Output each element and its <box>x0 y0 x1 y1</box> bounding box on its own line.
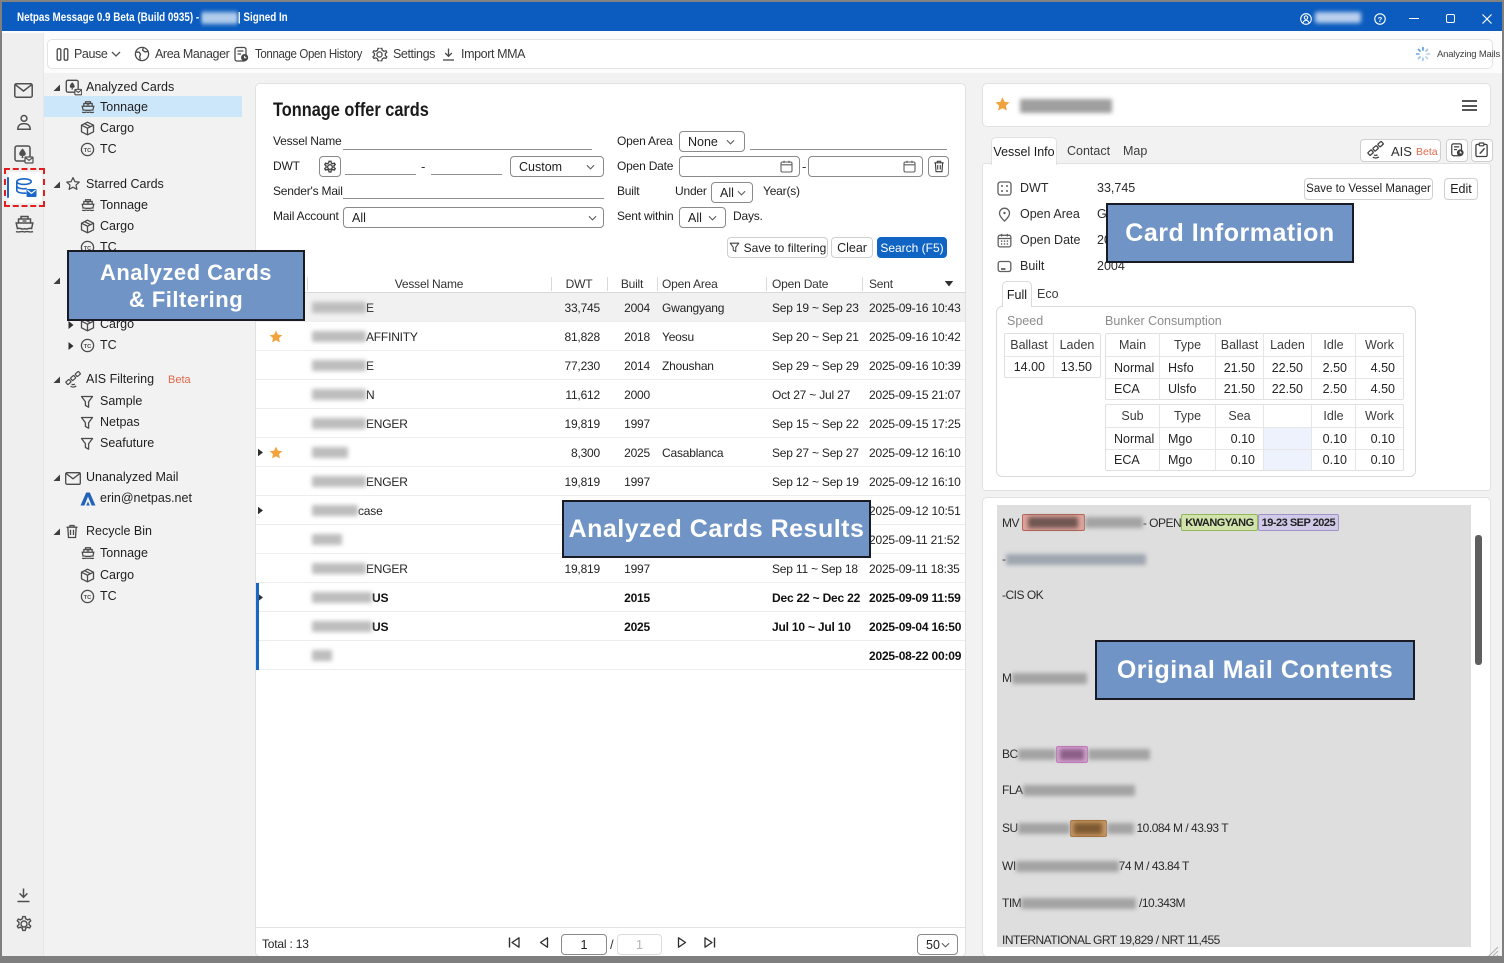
svg-text:TC: TC <box>84 147 91 153</box>
svg-text:TC: TC <box>84 594 91 600</box>
svg-text:TC: TC <box>84 343 91 349</box>
svg-text:?: ? <box>1378 15 1383 24</box>
